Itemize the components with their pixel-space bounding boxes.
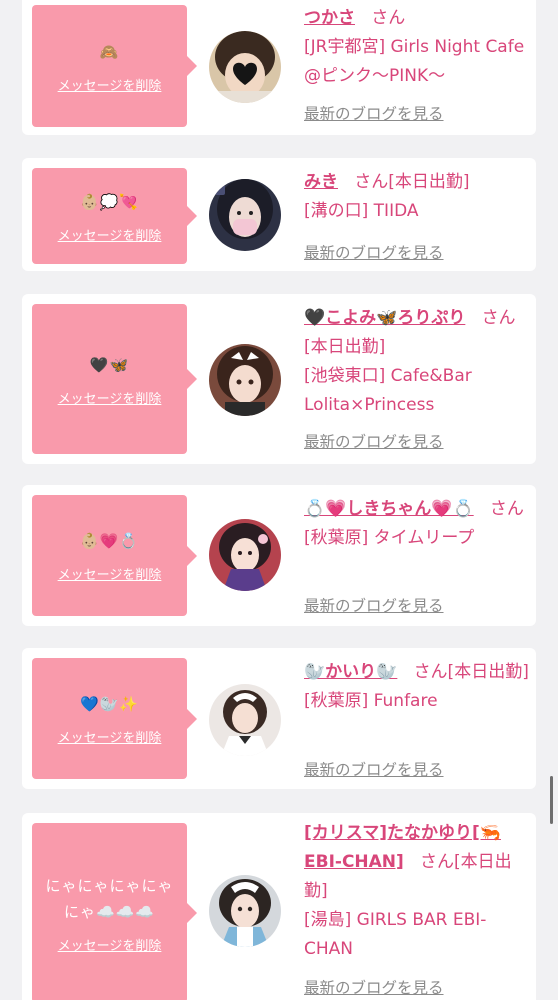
latest-blog-link[interactable]: 最新のブログを見る	[304, 976, 444, 998]
cast-info: 🦭かいり🦭 さん[本日出勤] [秋葉原] Funfare	[304, 658, 529, 716]
latest-blog-link[interactable]: 最新のブログを見る	[304, 758, 444, 780]
cast-name-link[interactable]: みき	[304, 172, 338, 192]
cast-suffix: さん	[371, 8, 406, 28]
message-bubble: 🙈 メッセージを削除	[32, 5, 197, 127]
cast-name-link[interactable]: つかさ	[304, 8, 355, 28]
latest-blog-link[interactable]: 最新のブログを見る	[304, 241, 444, 263]
message-card: 🖤🦋 メッセージを削除 🖤こよみ🦋ろりぷり さん[本日出勤] [池袋東口] Ca…	[22, 294, 536, 464]
shop-name: [秋葉原] タイムリープ	[304, 528, 475, 548]
shop-name: [池袋東口] Cafe&Bar Lolita×Princess	[304, 366, 472, 415]
avatar[interactable]	[209, 519, 281, 591]
cast-name-link[interactable]: 💍💗しきちゃん💗💍	[304, 499, 474, 519]
delete-message-button[interactable]: メッセージを削除	[58, 388, 162, 407]
cast-info: [カリスマ]たなかゆり[🦐EBI-CHAN] さん[本日出勤] [湯島] GIR…	[304, 819, 529, 964]
delete-message-button[interactable]: メッセージを削除	[58, 727, 162, 746]
message-bubble: 👶🏼💭💘 メッセージを削除	[32, 168, 197, 264]
cast-info: 💍💗しきちゃん💗💍 さん [秋葉原] タイムリープ	[304, 495, 529, 553]
message-bubble: 🖤🦋 メッセージを削除	[32, 304, 197, 454]
cast-suffix: さん[本日出勤]	[354, 172, 470, 192]
avatar-photo	[209, 875, 281, 947]
shop-name: [湯島] GIRLS BAR EBI-CHAN	[304, 910, 487, 959]
latest-blog-link[interactable]: 最新のブログを見る	[304, 102, 444, 124]
latest-blog-link[interactable]: 最新のブログを見る	[304, 594, 444, 616]
shop-name: [JR宇都宮] Girls Night Cafe @ピンク〜PINK〜	[304, 37, 525, 86]
message-card: 🙈 メッセージを削除 つかさ さん [JR宇都宮] Girls Night Ca…	[22, 0, 536, 135]
avatar-photo	[209, 31, 281, 103]
message-text: 💙🦭✨	[79, 695, 140, 713]
message-text: 🖤🦋	[89, 355, 130, 374]
message-text: 👶🏼💗💍	[79, 532, 140, 550]
latest-blog-link[interactable]: 最新のブログを見る	[304, 430, 444, 452]
cast-info: つかさ さん [JR宇都宮] Girls Night Cafe @ピンク〜PIN…	[304, 4, 529, 91]
delete-message-button[interactable]: メッセージを削除	[58, 935, 162, 954]
message-bubble: 👶🏼💗💍 メッセージを削除	[32, 495, 197, 616]
avatar[interactable]	[209, 179, 281, 251]
shop-name: [秋葉原] Funfare	[304, 691, 438, 711]
avatar-photo	[209, 519, 281, 591]
cast-info: 🖤こよみ🦋ろりぷり さん[本日出勤] [池袋東口] Cafe&Bar Lolit…	[304, 304, 529, 420]
avatar[interactable]	[209, 875, 281, 947]
delete-message-button[interactable]: メッセージを削除	[58, 564, 162, 583]
cast-name-link[interactable]: 🦭かいり🦭	[304, 662, 397, 682]
cast-info: みき さん[本日出勤] [溝の口] TIIDA	[304, 168, 529, 226]
message-bubble: 💙🦭✨ メッセージを削除	[32, 658, 197, 779]
message-text: 🙈	[99, 42, 120, 61]
cast-suffix: さん[本日出勤]	[413, 662, 529, 682]
cast-name-link[interactable]: 🖤こよみ🦋ろりぷり	[304, 308, 465, 328]
message-bubble: にゃにゃにゃにゃにゃ☁️☁️☁️ メッセージを削除	[32, 823, 197, 1000]
avatar[interactable]	[209, 344, 281, 416]
message-card: にゃにゃにゃにゃにゃ☁️☁️☁️ メッセージを削除 [カリスマ]たなかゆり[🦐E…	[22, 813, 536, 1000]
scrollbar[interactable]	[550, 776, 553, 824]
avatar[interactable]	[209, 684, 281, 756]
delete-message-button[interactable]: メッセージを削除	[58, 75, 162, 94]
shop-name: [溝の口] TIIDA	[304, 201, 419, 221]
avatar-photo	[209, 179, 281, 251]
message-card: 👶🏼💗💍 メッセージを削除 💍💗しきちゃん💗💍 さん [秋葉原] タイムリープ …	[22, 485, 536, 626]
avatar-photo	[209, 344, 281, 416]
message-card: 💙🦭✨ メッセージを削除 🦭かいり🦭 さん[本日出勤] [秋葉原] Funfar…	[22, 648, 536, 789]
cast-suffix: さん	[489, 499, 524, 519]
avatar[interactable]	[209, 31, 281, 103]
delete-message-button[interactable]: メッセージを削除	[58, 225, 162, 244]
avatar-photo	[209, 684, 281, 756]
message-card: 👶🏼💭💘 メッセージを削除 みき さん[本日出勤] [溝の口] TIIDA 最新…	[22, 158, 536, 271]
message-text: 👶🏼💭💘	[79, 192, 140, 211]
message-text: にゃにゃにゃにゃにゃ☁️☁️☁️	[45, 876, 174, 921]
